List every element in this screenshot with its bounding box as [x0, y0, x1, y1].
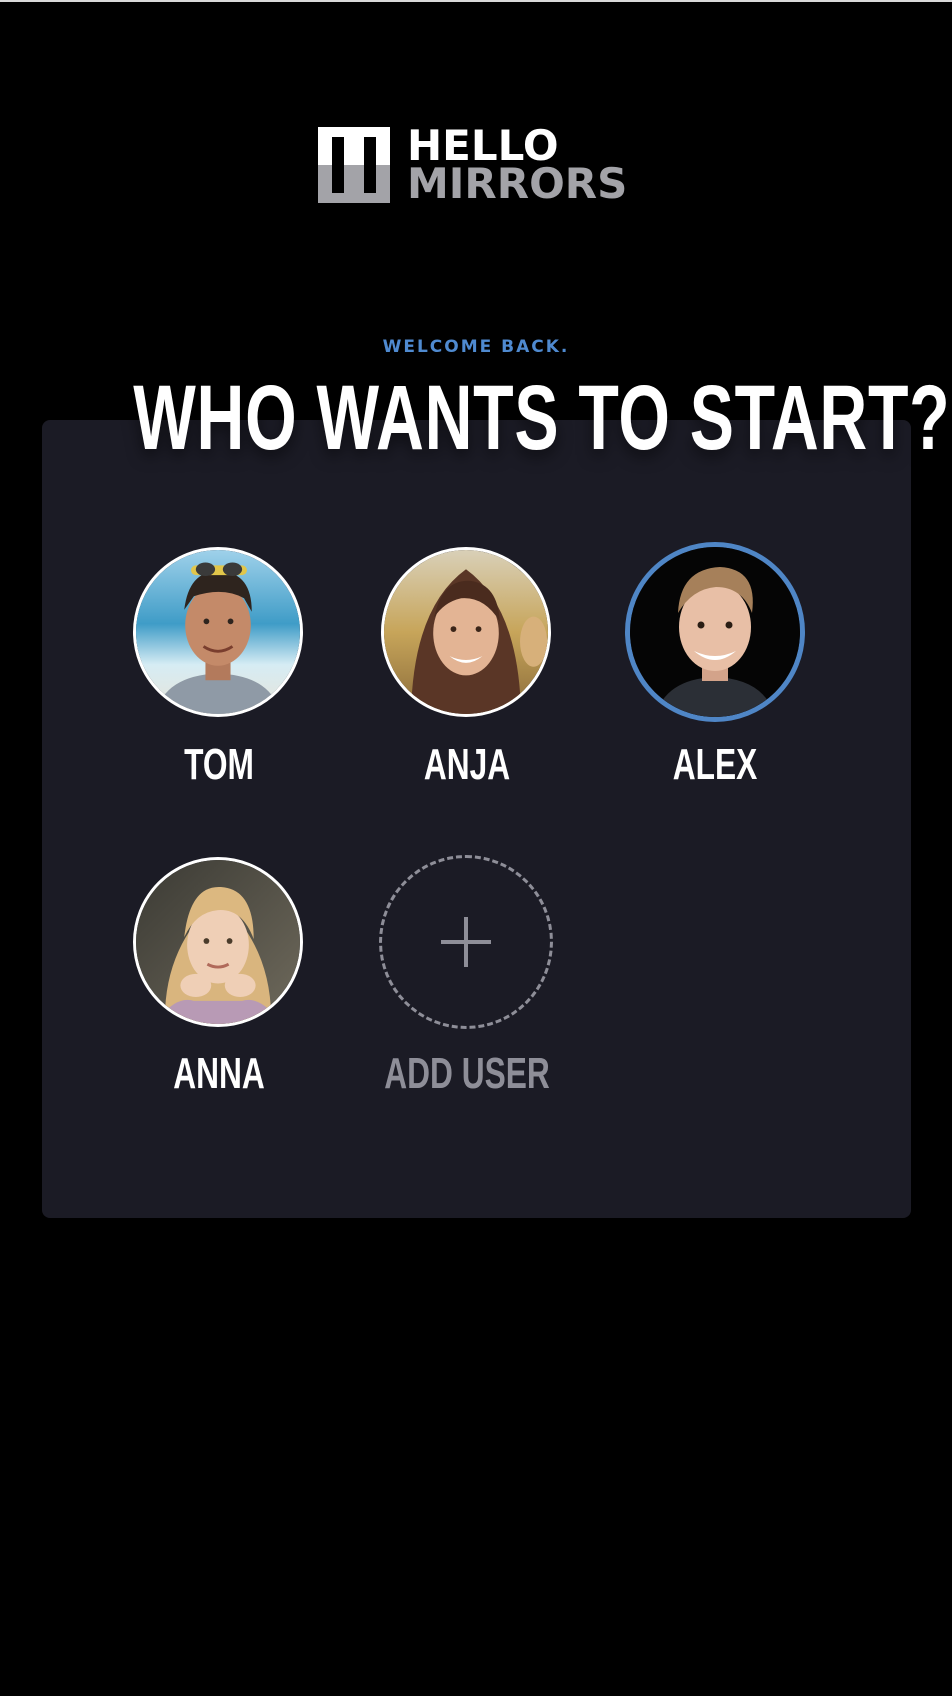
- profile-name-anna[interactable]: ANNA: [133, 1049, 306, 1099]
- profile-name-alex[interactable]: ALEX: [629, 740, 802, 790]
- alex-photo: [630, 547, 800, 717]
- add-user-button[interactable]: [379, 855, 553, 1029]
- profile-avatar-anna[interactable]: [133, 857, 303, 1027]
- tom-photo: [136, 550, 300, 714]
- profile-avatar-alex[interactable]: [625, 542, 805, 722]
- page-title: WHO WANTS TO START?: [133, 367, 951, 469]
- profile-avatar-tom[interactable]: [133, 547, 303, 717]
- hello-mirrors-logo-icon: [318, 127, 390, 203]
- add-user-label[interactable]: ADD USER: [381, 1049, 554, 1099]
- brand-logo: HELLO MIRRORS: [318, 125, 628, 208]
- brand-wordmark: HELLO MIRRORS: [407, 125, 628, 208]
- welcome-subtitle: WELCOME BACK.: [382, 337, 570, 357]
- brand-name-line2: MIRRORS: [407, 159, 628, 208]
- anja-photo: [384, 550, 548, 714]
- profile-name-anja[interactable]: ANJA: [381, 740, 554, 790]
- anna-photo: [136, 860, 300, 1024]
- profile-name-tom[interactable]: TOM: [133, 740, 306, 790]
- profile-avatar-anja[interactable]: [381, 547, 551, 717]
- window-top-edge: [0, 0, 952, 2]
- plus-icon: [441, 917, 491, 967]
